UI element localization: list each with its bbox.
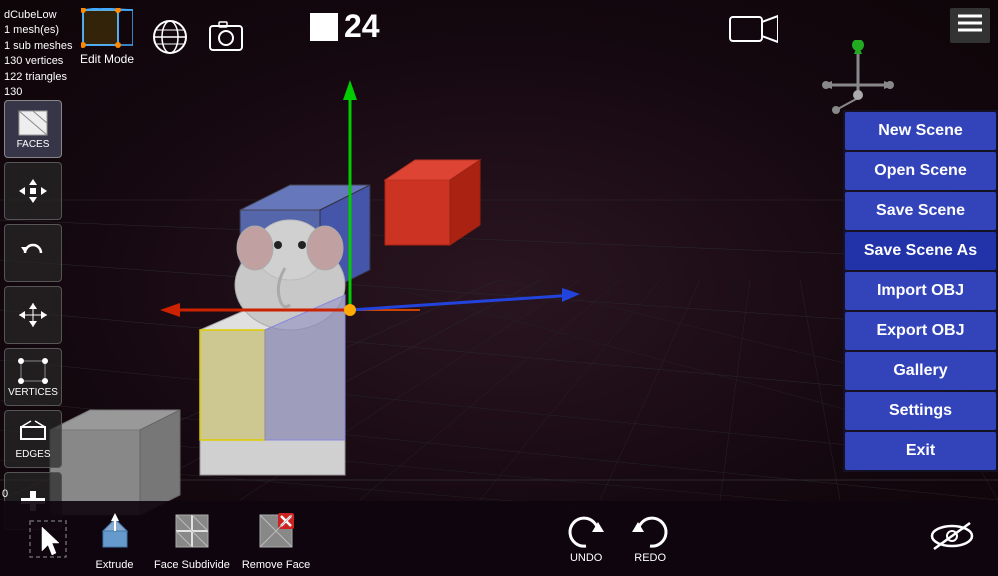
faces-icon bbox=[17, 109, 49, 137]
redo-button[interactable]: REDO bbox=[628, 514, 672, 564]
frame-square-icon bbox=[310, 13, 338, 41]
edit-mode-label: Edit Mode bbox=[80, 52, 134, 66]
sub-mesh-info: 1 sub meshes bbox=[4, 39, 72, 54]
save-scene-as-button[interactable]: Save Scene As bbox=[845, 232, 996, 270]
screenshot-button[interactable] bbox=[206, 17, 246, 57]
move-tool[interactable] bbox=[4, 162, 62, 220]
extra-info: 130 bbox=[4, 85, 72, 100]
scale-tool[interactable] bbox=[4, 286, 62, 344]
bottom-counter: 0 bbox=[2, 488, 8, 500]
export-obj-button[interactable]: Export OBJ bbox=[845, 312, 996, 350]
extrude-tool[interactable]: Extrude bbox=[87, 507, 142, 571]
triangles-info: 122 triangles bbox=[4, 70, 72, 85]
camera-icon bbox=[728, 12, 778, 48]
move-icon bbox=[17, 177, 49, 205]
remove-face-label: Remove Face bbox=[242, 559, 310, 571]
bottom-left-tools: Extrude Face Subdivide bbox=[20, 507, 310, 571]
mesh-count: 1 mesh(es) bbox=[4, 23, 72, 38]
face-subdivide-label: Face Subdivide bbox=[154, 559, 230, 571]
screenshot-icon bbox=[207, 18, 245, 56]
face-subdivide-tool[interactable]: Face Subdivide bbox=[154, 507, 230, 571]
gallery-button[interactable]: Gallery bbox=[845, 352, 996, 390]
faces-tool[interactable]: FACES bbox=[4, 100, 62, 158]
right-menu-panel: New Scene Open Scene Save Scene Save Sce… bbox=[843, 110, 998, 472]
remove-face-tool[interactable]: Remove Face bbox=[242, 507, 310, 571]
new-scene-button[interactable]: New Scene bbox=[845, 112, 996, 150]
redo-icon bbox=[628, 514, 672, 550]
edit-mode-icon bbox=[81, 8, 133, 50]
edges-icon bbox=[17, 419, 49, 447]
face-subdivide-icon bbox=[170, 509, 214, 553]
frame-counter: 24 bbox=[310, 8, 380, 45]
edges-tool-label: EDGES bbox=[15, 449, 50, 460]
frame-number: 24 bbox=[344, 8, 380, 45]
visibility-icon bbox=[926, 517, 978, 555]
nav-cube-icon bbox=[818, 40, 898, 120]
vertices-info: 130 vertices bbox=[4, 54, 72, 69]
top-toolbar: Edit Mode bbox=[80, 8, 246, 66]
save-scene-button[interactable]: Save Scene bbox=[845, 192, 996, 230]
redo-label: REDO bbox=[634, 552, 666, 564]
bottom-toolbar: Extrude Face Subdivide bbox=[0, 501, 998, 576]
globe-icon bbox=[151, 18, 189, 56]
open-scene-button[interactable]: Open Scene bbox=[845, 152, 996, 190]
settings-button[interactable]: Settings bbox=[845, 392, 996, 430]
rotate-icon bbox=[17, 239, 49, 267]
import-obj-button[interactable]: Import OBJ bbox=[845, 272, 996, 310]
scale-icon bbox=[17, 301, 49, 329]
undo-icon bbox=[564, 514, 608, 550]
undo-button[interactable]: UNDO bbox=[564, 514, 608, 564]
edges-tool[interactable]: EDGES bbox=[4, 410, 62, 468]
bottom-number: 0 bbox=[2, 488, 8, 500]
camera-button[interactable] bbox=[728, 12, 778, 53]
vertices-tool[interactable]: VERTICES bbox=[4, 348, 62, 406]
extrude-icon bbox=[93, 509, 137, 553]
hamburger-menu-button[interactable] bbox=[950, 8, 990, 43]
remove-face-icon bbox=[254, 509, 298, 553]
rotate-tool[interactable] bbox=[4, 224, 62, 282]
globe-button[interactable] bbox=[150, 17, 190, 57]
bottom-right-tools bbox=[926, 517, 978, 560]
edit-mode-button[interactable]: Edit Mode bbox=[80, 8, 134, 66]
object-name: dCubeLow bbox=[4, 8, 72, 23]
navigation-cube[interactable] bbox=[818, 40, 898, 120]
extrude-label: Extrude bbox=[96, 559, 134, 571]
object-info-panel: dCubeLow 1 mesh(es) 1 sub meshes 130 ver… bbox=[4, 8, 72, 100]
left-sidebar: FACES bbox=[4, 100, 62, 530]
vertices-icon bbox=[17, 357, 49, 385]
faces-tool-label: FACES bbox=[17, 139, 50, 150]
vertices-tool-label: VERTICES bbox=[8, 387, 58, 398]
select-icon bbox=[26, 517, 70, 561]
exit-button[interactable]: Exit bbox=[845, 432, 996, 470]
visibility-toggle-button[interactable] bbox=[926, 517, 978, 560]
hamburger-icon bbox=[956, 12, 984, 34]
bottom-center-tools: UNDO REDO bbox=[564, 514, 672, 564]
select-tool-bottom[interactable] bbox=[20, 515, 75, 563]
undo-label: UNDO bbox=[570, 552, 602, 564]
